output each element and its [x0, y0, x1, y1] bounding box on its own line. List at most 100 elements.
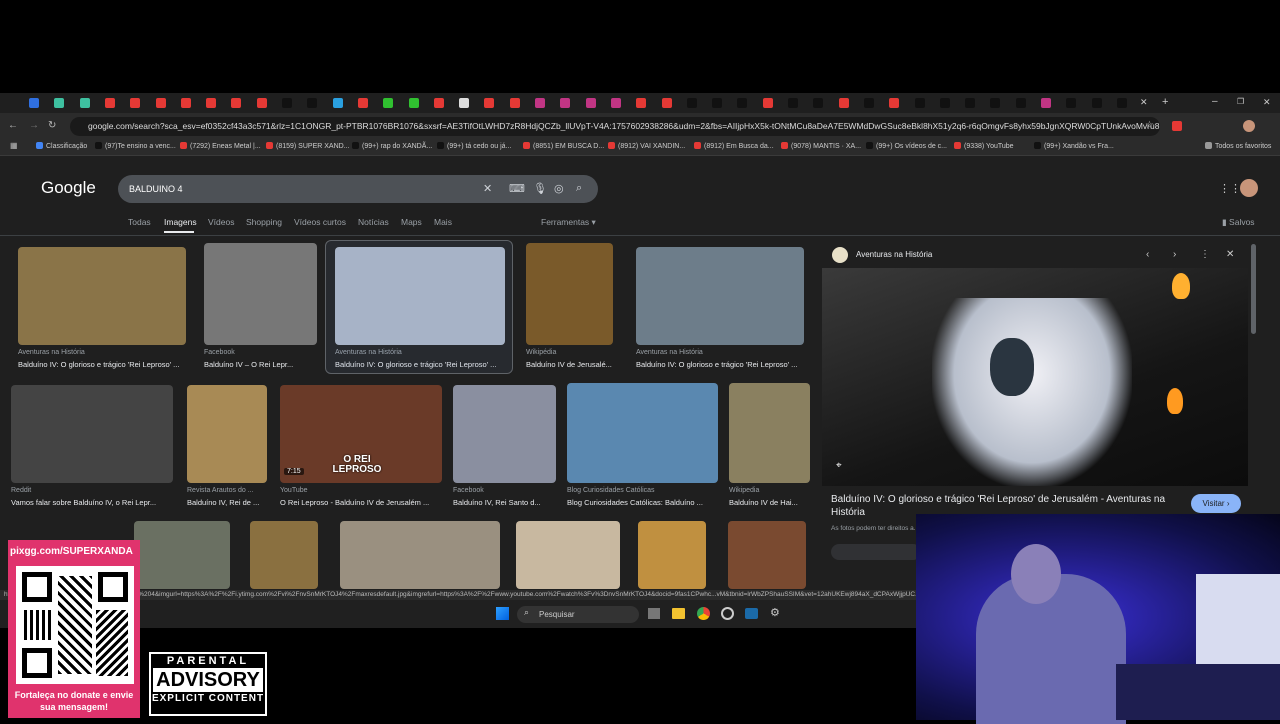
extension-icon[interactable]	[1172, 121, 1182, 131]
result-source[interactable]: YouTube	[280, 487, 308, 494]
back-icon[interactable]: ←	[8, 120, 18, 131]
settings-icon[interactable]: ⚙	[770, 606, 780, 619]
scrollbar[interactable]	[1251, 244, 1256, 334]
result-source[interactable]: Reddit	[11, 487, 31, 494]
previous-icon[interactable]: ‹	[1146, 249, 1149, 260]
browser-tab[interactable]	[79, 98, 90, 108]
browser-tab[interactable]	[29, 98, 39, 108]
image-result[interactable]	[250, 521, 318, 589]
image-result[interactable]	[134, 521, 230, 589]
browser-tab[interactable]	[585, 98, 596, 108]
file-explorer-icon[interactable]	[672, 608, 685, 619]
browser-tab[interactable]	[863, 98, 874, 108]
browser-tab[interactable]	[1066, 98, 1077, 108]
windows-start-icon[interactable]	[496, 607, 509, 620]
tab-todas[interactable]: Todas	[128, 217, 151, 227]
keyboard-icon[interactable]: ⌨	[509, 182, 525, 195]
google-apps-icon[interactable]: ⋮⋮	[1219, 182, 1241, 195]
image-result-thumbnail[interactable]	[729, 383, 810, 483]
browser-tab[interactable]	[54, 98, 65, 108]
browser-tab[interactable]	[610, 98, 621, 108]
tab-shopping[interactable]: Shopping	[246, 217, 282, 227]
browser-tab[interactable]	[206, 98, 217, 108]
result-caption[interactable]: O Rei Leproso - Balduíno IV de Jerusalém…	[280, 498, 450, 507]
browser-tab[interactable]	[433, 98, 444, 108]
image-result-thumbnail[interactable]	[187, 385, 267, 483]
google-logo[interactable]: Google	[41, 178, 96, 198]
bookmark-item[interactable]: (7292) Eneas Metal |...	[180, 142, 261, 150]
browser-tab[interactable]	[357, 98, 368, 108]
image-result-thumbnail[interactable]	[453, 385, 556, 483]
close-window-icon[interactable]: ✕	[1263, 97, 1271, 108]
result-caption[interactable]: Vamos falar sobre Balduíno IV, o Rei Lep…	[11, 498, 181, 507]
result-caption[interactable]: Balduíno IV, Rei Santo d...	[453, 498, 564, 507]
forward-icon[interactable]: →	[29, 120, 39, 131]
result-caption[interactable]: Balduíno IV de Hai...	[729, 498, 818, 507]
result-caption[interactable]: Blog Curiosidades Católicas: Balduíno ..…	[567, 498, 726, 507]
result-source[interactable]: Wikipédia	[526, 349, 556, 356]
tab-vídeos[interactable]: Vídeos	[208, 217, 234, 227]
result-source[interactable]: Facebook	[453, 487, 484, 494]
browser-tab[interactable]	[762, 98, 773, 108]
browser-tab[interactable]	[408, 98, 419, 108]
saved-link[interactable]: ▮ Salvos	[1222, 217, 1255, 228]
browser-tab[interactable]	[130, 98, 141, 108]
task-view-icon[interactable]	[648, 608, 660, 619]
result-source[interactable]: Revista Arautos do ...	[187, 487, 254, 494]
image-result[interactable]	[638, 521, 706, 589]
image-result[interactable]	[340, 521, 500, 589]
url-field[interactable]: google.com/search?sca_esv=ef0352cf43a3c5…	[70, 117, 1160, 136]
reload-icon[interactable]: ↻	[48, 120, 56, 131]
all-bookmarks[interactable]: Todos os favoritos	[1205, 142, 1271, 150]
result-caption[interactable]: Balduíno IV de Jerusalé...	[526, 360, 621, 369]
tools-menu[interactable]: Ferramentas ▾	[541, 217, 596, 228]
browser-tab[interactable]	[332, 98, 343, 108]
image-result-thumbnail[interactable]	[11, 385, 173, 483]
browser-tab[interactable]	[838, 98, 849, 108]
browser-tab[interactable]	[813, 98, 824, 108]
browser-tab[interactable]	[914, 98, 925, 108]
result-caption[interactable]: Balduíno IV: O glorioso e trágico 'Rei L…	[18, 360, 194, 369]
browser-tab[interactable]	[509, 98, 520, 108]
tab-maps[interactable]: Maps	[401, 217, 422, 227]
mic-icon[interactable]: 🎙	[533, 182, 547, 195]
browser-tab[interactable]	[459, 98, 470, 108]
bookmark-item[interactable]: (99+) Xandão vs Fra...	[1034, 142, 1114, 150]
tab-mais[interactable]: Mais	[434, 217, 452, 227]
more-options-icon[interactable]: ⋮	[1200, 249, 1210, 260]
browser-tab[interactable]	[231, 98, 242, 108]
browser-tab[interactable]	[889, 98, 900, 108]
lens-icon[interactable]: ◎	[554, 182, 564, 195]
account-avatar[interactable]	[1240, 179, 1258, 197]
clear-search-icon[interactable]: ✕	[483, 182, 492, 195]
browser-tab[interactable]	[560, 98, 571, 108]
panel-source[interactable]: Aventuras na História	[856, 250, 932, 259]
bookmark-item[interactable]: (99+) Os vídeos de c...	[866, 142, 947, 150]
browser-tab[interactable]	[383, 98, 394, 108]
image-result-thumbnail[interactable]	[526, 243, 613, 345]
image-result-thumbnail[interactable]	[18, 247, 186, 345]
result-caption[interactable]: Balduíno IV – O Rei Lepr...	[204, 360, 325, 369]
browser-tab[interactable]	[104, 98, 115, 108]
profile-avatar[interactable]	[1243, 120, 1255, 132]
bookmark-item[interactable]: (99+) rap do XANDÃ...	[352, 142, 432, 150]
close-tab-icon[interactable]: ✕	[1140, 97, 1148, 108]
result-source[interactable]: Blog Curiosidades Católicas	[567, 487, 655, 494]
bookmark-item[interactable]: (99+) tá cedo ou já...	[437, 142, 511, 150]
next-icon[interactable]: ›	[1173, 249, 1176, 260]
browser-tab[interactable]	[965, 98, 976, 108]
taskbar-search[interactable]: Pesquisar	[517, 606, 639, 623]
browser-tab[interactable]	[256, 98, 267, 108]
close-panel-icon[interactable]: ✕	[1226, 249, 1234, 260]
image-result[interactable]	[516, 521, 620, 589]
bookmark-item[interactable]: (8159) SUPER XAND...	[266, 142, 350, 150]
steam-icon[interactable]	[745, 608, 758, 619]
lens-search-icon[interactable]: ⌖	[836, 460, 842, 471]
bookmark-item[interactable]: (8851) EM BUSCA D...	[523, 142, 604, 150]
browser-tab[interactable]	[1041, 98, 1051, 108]
new-tab-icon[interactable]: +	[1162, 96, 1168, 108]
bookmark-item[interactable]: (9338) YouTube	[954, 142, 1014, 150]
bookmark-item[interactable]: Classificação	[36, 142, 87, 150]
browser-tab[interactable]	[712, 98, 723, 108]
browser-tab[interactable]	[737, 98, 748, 108]
